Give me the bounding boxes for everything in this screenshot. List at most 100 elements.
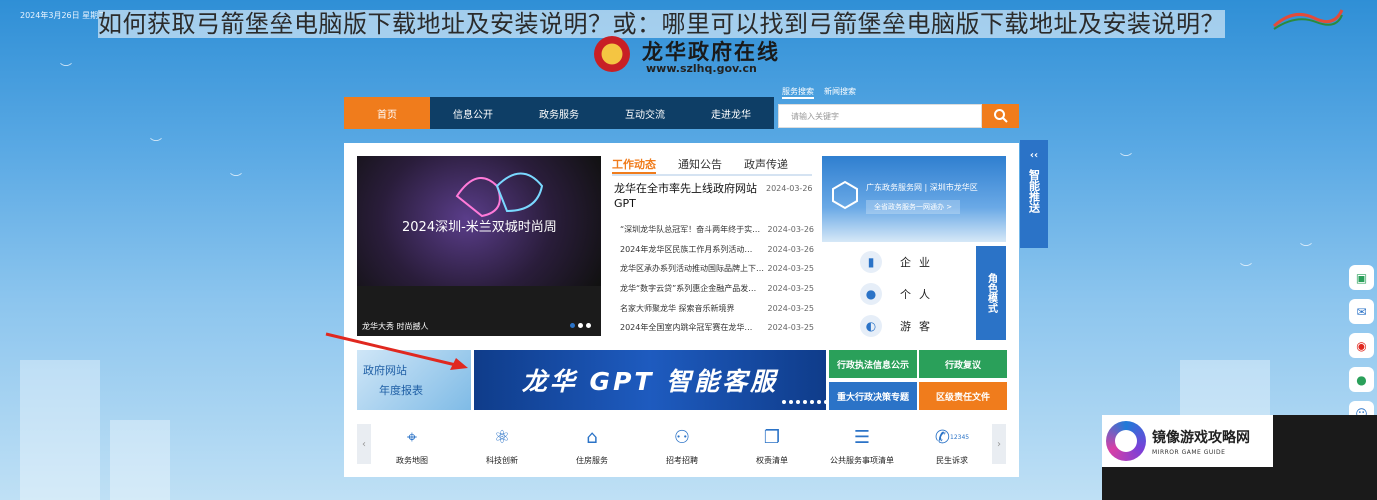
search-tab-news[interactable]: 新闻搜索: [824, 86, 856, 99]
right-share-icons: ▣ ✉ ◉ ● ☺: [1349, 265, 1374, 426]
services-prev-button[interactable]: ‹: [357, 424, 371, 464]
shenzhen-logo-icon: [1272, 9, 1344, 30]
watermark-title: 镜像游戏攻略网: [1152, 429, 1250, 446]
carousel-dot[interactable]: [586, 323, 591, 328]
nav-about-longhua[interactable]: 走进龙华: [688, 97, 774, 129]
carousel-dots: [570, 323, 591, 328]
quick-link-documents[interactable]: 区级责任文件: [919, 382, 1007, 410]
gov-banner-title: 广东政务服务网 | 深圳市龙华区: [866, 183, 978, 192]
news-title: 2024年龙华区民族工作月系列活动…: [620, 244, 753, 254]
national-emblem-icon: [594, 36, 630, 72]
service-recruit[interactable]: ⚇ 招考招聘: [642, 425, 722, 466]
service-housing[interactable]: ⌂ 住房服务: [552, 425, 632, 466]
phone-icon: ✆ 12345: [934, 426, 970, 448]
main-nav: 首页 信息公开 政务服务 互动交流 走进龙华: [344, 97, 774, 129]
gov-banner-button[interactable]: 全省政务服务一网通办 >: [866, 200, 961, 214]
role-label: 个人: [900, 288, 938, 301]
news-item[interactable]: 名家大师聚龙华 探索音乐新境界 2024-03-25: [620, 298, 814, 318]
service-label: 公共服务事项清单: [830, 456, 894, 465]
news-item[interactable]: 2024年龙华区民族工作月系列活动… 2024-03-26: [620, 240, 814, 260]
banner-dot[interactable]: [789, 400, 793, 404]
service-label: 科技创新: [486, 456, 518, 465]
news-date: 2024-03-25: [767, 303, 815, 313]
gpt-service-banner[interactable]: 龙华 GPT 智能客服: [474, 350, 826, 410]
banner-dot[interactable]: [796, 400, 800, 404]
bird-decoration: ︶: [230, 172, 243, 186]
news-title: 名家大师聚龙华 探索音乐新境界: [620, 303, 735, 313]
tab-work-news[interactable]: 工作动态: [612, 156, 656, 174]
documents-icon: ❐: [763, 426, 781, 448]
quick-link-decision[interactable]: 重大行政决策专题: [829, 382, 917, 410]
carousel-dot[interactable]: [570, 323, 575, 328]
gov-service-banner[interactable]: 广东政务服务网 | 深圳市龙华区 全省政务服务一网通办 >: [822, 156, 1006, 242]
quick-link-review[interactable]: 行政复议: [919, 350, 1007, 378]
service-label: 政务地图: [396, 456, 428, 465]
service-label: 权责清单: [756, 456, 788, 465]
nav-gov-services[interactable]: 政务服务: [516, 97, 602, 129]
date-label: 2024年3月26日 星期二: [20, 11, 107, 20]
banner-dot[interactable]: [817, 400, 821, 404]
role-enterprise[interactable]: ▮ 企业: [826, 246, 972, 278]
news-title: 龙华区承办系列活动推动国际品牌上下…: [620, 264, 764, 274]
news-carousel[interactable]: 2024深圳-米兰双城时尚周: [357, 156, 601, 336]
app-icon[interactable]: ▣: [1349, 265, 1374, 290]
news-date: 2024-03-26: [767, 244, 815, 254]
house-icon: ⌂: [586, 426, 598, 448]
gpt-banner-dots: [782, 400, 828, 404]
banner-dot[interactable]: [803, 400, 807, 404]
person-icon: ●: [860, 283, 882, 305]
tab-policy[interactable]: 政声传递: [744, 156, 788, 174]
news-title: 2024年全国室内跳伞冠军赛在龙华…: [620, 323, 753, 333]
search-button[interactable]: [982, 104, 1019, 128]
news-title: “深圳龙华队总冠军！奋斗两年终于实…: [620, 225, 761, 235]
search-input[interactable]: 请输入关键字: [778, 104, 982, 128]
site-url: www.szlhq.gov.cn: [646, 62, 757, 75]
news-item[interactable]: “深圳龙华队总冠军！奋斗两年终于实… 2024-03-26: [620, 220, 814, 240]
news-item[interactable]: 龙华“数字云贷”系列惠企金融产品发… 2024-03-25: [620, 279, 814, 299]
overlay-title-text: 如何获取弓箭堡垒电脑版下载地址及安装说明？或：哪里可以找到弓箭堡垒电脑版下载地址…: [98, 10, 1225, 38]
services-next-button[interactable]: ›: [992, 424, 1006, 464]
role-label: 企业: [900, 256, 938, 269]
role-label: 游客: [900, 320, 938, 333]
banner-dot[interactable]: [782, 400, 786, 404]
service-tech[interactable]: ⚛ 科技创新: [462, 425, 542, 466]
tab-notices[interactable]: 通知公告: [678, 156, 722, 174]
bird-decoration: ︶: [1120, 152, 1133, 166]
wechat-work-icon[interactable]: ✉: [1349, 299, 1374, 324]
chevron-left-icon: ‹: [362, 438, 366, 450]
nav-info-disclosure[interactable]: 信息公开: [430, 97, 516, 129]
banner-dot[interactable]: [810, 400, 814, 404]
nav-interaction[interactable]: 互动交流: [602, 97, 688, 129]
service-label: 民生诉求: [936, 456, 968, 465]
news-item[interactable]: 龙华区承办系列活动推动国际品牌上下… 2024-03-25: [620, 259, 814, 279]
people-icon: ⚇: [673, 426, 691, 448]
service-gov-map[interactable]: ⌖ 政务地图: [372, 425, 452, 466]
role-visitor[interactable]: ◐ 游客: [826, 310, 972, 342]
overlay-title: 如何获取弓箭堡垒电脑版下载地址及安装说明？或：哪里可以找到弓箭堡垒电脑版下载地址…: [98, 4, 1225, 39]
role-mode-label: 角色模式: [985, 273, 997, 313]
watermark-badge: 镜像游戏攻略网 MIRROR GAME GUIDE: [1102, 415, 1273, 467]
news-title: 龙华“数字云贷”系列惠企金融产品发…: [620, 284, 757, 294]
gd-gov-logo-icon: [832, 180, 858, 210]
headline-link[interactable]: 龙华在全市率先上线政府网站GPT: [614, 181, 764, 211]
banner-dot[interactable]: [824, 400, 828, 404]
service-appeals[interactable]: ✆ 12345 民生诉求: [912, 425, 992, 466]
bird-decoration: ︶: [1240, 262, 1253, 276]
smart-push-label: 智能推送: [1027, 169, 1041, 213]
news-item[interactable]: 2024年全国室内跳伞冠军赛在龙华… 2024-03-25: [620, 318, 814, 338]
services-row: ⌖ 政务地图 ⚛ 科技创新 ⌂ 住房服务 ⚇ 招考招聘 ❐ 权责清单 ☰ 公共服务事项清单 …: [372, 425, 992, 466]
bird-decoration: ︶: [1300, 242, 1313, 256]
weibo-icon[interactable]: ◉: [1349, 333, 1374, 358]
building-decoration: [20, 360, 100, 500]
carousel-dot[interactable]: [578, 323, 583, 328]
news-date: 2024-03-25: [767, 323, 815, 333]
building-icon: ▮: [860, 251, 882, 273]
wechat-icon[interactable]: ●: [1349, 367, 1374, 392]
role-personal[interactable]: ● 个人: [826, 278, 972, 310]
search-tab-service[interactable]: 服务搜索: [782, 86, 814, 99]
quick-link-enforcement[interactable]: 行政执法信息公示: [829, 350, 917, 378]
service-power-list[interactable]: ❐ 权责清单: [732, 425, 812, 466]
smart-push-tab[interactable]: ‹‹ 智能推送: [1020, 140, 1048, 248]
nav-home[interactable]: 首页: [344, 97, 430, 129]
service-public-list[interactable]: ☰ 公共服务事项清单: [822, 425, 902, 466]
